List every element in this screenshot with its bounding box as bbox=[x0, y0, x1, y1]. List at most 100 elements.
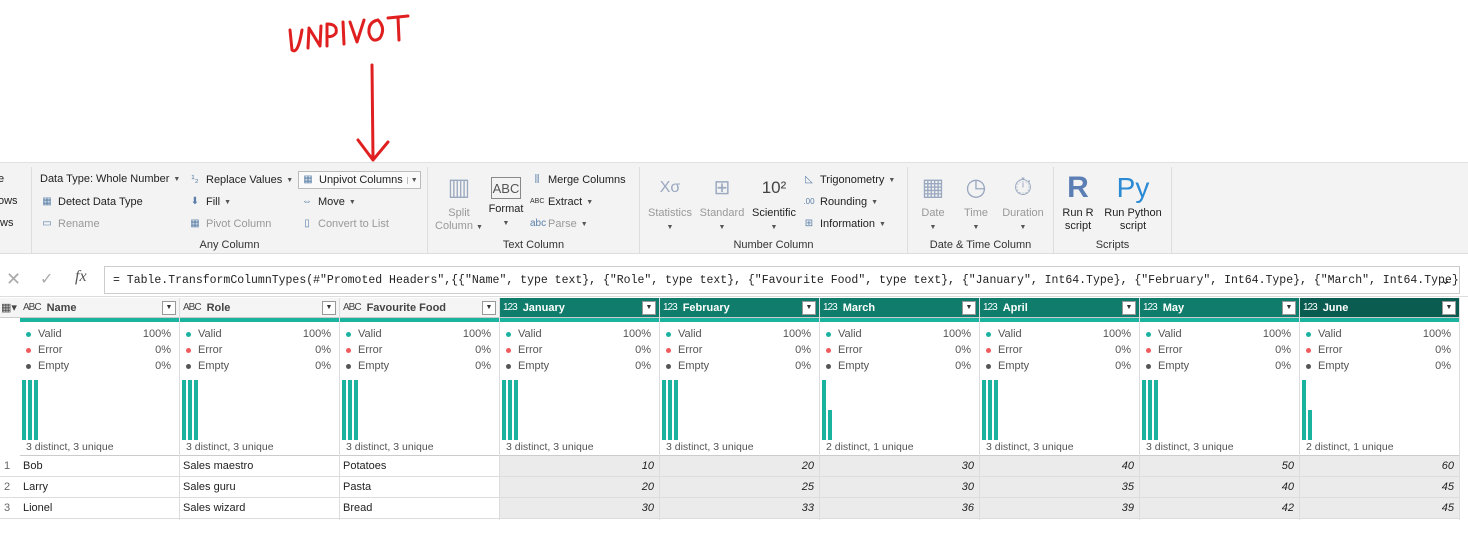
commit-formula-icon[interactable]: ✓ bbox=[40, 269, 53, 289]
column-header[interactable]: 123 February ▼ bbox=[660, 298, 819, 318]
date-button[interactable]: ▦ Date ▼ bbox=[912, 173, 954, 234]
time-label: Time bbox=[963, 207, 989, 219]
table-cell[interactable]: 30 bbox=[820, 477, 979, 498]
table-cell[interactable]: Sales maestro bbox=[180, 456, 339, 477]
column-header[interactable]: 123 January ▼ bbox=[500, 298, 659, 318]
formula-input[interactable]: = Table.TransformColumnTypes(#"Promoted … bbox=[104, 266, 1460, 294]
table-cell[interactable]: 60 bbox=[1300, 456, 1459, 477]
extract-button[interactable]: ABC Extract ▼ bbox=[530, 195, 593, 209]
type-icon[interactable]: 123 bbox=[983, 302, 998, 313]
table-cell[interactable]: 45 bbox=[1300, 477, 1459, 498]
type-icon[interactable]: 123 bbox=[503, 302, 518, 313]
time-button[interactable]: ◷ Time ▼ bbox=[956, 173, 996, 234]
filter-dropdown-icon[interactable]: ▼ bbox=[1122, 300, 1136, 315]
row-number[interactable]: 3 bbox=[0, 498, 20, 519]
column-header[interactable]: 123 May ▼ bbox=[1140, 298, 1299, 318]
convert-to-list-button[interactable]: ▯ Convert to List bbox=[300, 217, 389, 231]
table-menu-icon[interactable]: ▦▾ bbox=[0, 298, 20, 318]
expand-formula-chevron-icon[interactable]: ⌄ bbox=[1440, 272, 1451, 288]
duration-button[interactable]: ⏱ Duration ▼ bbox=[998, 173, 1048, 234]
filter-dropdown-icon[interactable]: ▼ bbox=[482, 300, 496, 315]
format-button[interactable]: ABC Format ▼ bbox=[486, 173, 526, 230]
table-cell[interactable]: Larry bbox=[20, 477, 179, 498]
type-icon[interactable]: ABC bbox=[343, 302, 362, 313]
split-label: Split bbox=[448, 207, 470, 219]
table-cell[interactable]: Lionel bbox=[20, 498, 179, 519]
filter-dropdown-icon[interactable]: ▼ bbox=[962, 300, 976, 315]
filter-dropdown-icon[interactable]: ▼ bbox=[1282, 300, 1296, 315]
partial-item-1[interactable]: e bbox=[0, 173, 4, 185]
data-type-dropdown[interactable]: Data Type: Whole Number ▼ bbox=[40, 173, 180, 185]
unpivot-dropdown-caret[interactable]: ▼ bbox=[406, 176, 418, 184]
distribution-bar bbox=[668, 380, 672, 440]
table-cell[interactable]: 25 bbox=[660, 477, 819, 498]
row-number[interactable]: 1 bbox=[0, 456, 20, 477]
table-cell[interactable]: 30 bbox=[820, 456, 979, 477]
filter-dropdown-icon[interactable]: ▼ bbox=[322, 300, 336, 315]
type-icon[interactable]: 123 bbox=[663, 302, 678, 313]
split-column-button[interactable]: ▥ Split Column ▼ bbox=[434, 173, 484, 234]
table-cell[interactable]: 33 bbox=[660, 498, 819, 519]
table-cell[interactable]: 30 bbox=[500, 498, 659, 519]
table-cell[interactable]: 42 bbox=[1140, 498, 1299, 519]
column-profile: Valid 100% Error 0% Empty 0% 2 distinct, 1 … bbox=[1300, 322, 1459, 456]
column-header[interactable]: 123 June ▼ bbox=[1300, 298, 1459, 318]
pivot-column-button[interactable]: ▦ Pivot Column bbox=[188, 217, 271, 231]
distribution-bar bbox=[502, 380, 506, 440]
row-number[interactable]: 2 bbox=[0, 477, 20, 498]
column-header[interactable]: ABC Favourite Food ▼ bbox=[340, 298, 499, 318]
table-cell[interactable]: 40 bbox=[1140, 477, 1299, 498]
table-cell[interactable]: 35 bbox=[980, 477, 1139, 498]
column-header[interactable]: ABC Name ▼ bbox=[20, 298, 179, 318]
filter-dropdown-icon[interactable]: ▼ bbox=[162, 300, 176, 315]
merge-columns-button[interactable]: ⫼ Merge Columns bbox=[530, 173, 626, 187]
table-cell[interactable]: 50 bbox=[1140, 456, 1299, 477]
scientific-button[interactable]: 10² Scientific ▼ bbox=[750, 173, 798, 234]
filter-dropdown-icon[interactable]: ▼ bbox=[802, 300, 816, 315]
table-cell[interactable]: Sales guru bbox=[180, 477, 339, 498]
distinct-count: 2 distinct, 1 unique bbox=[826, 441, 914, 453]
standard-button[interactable]: ⊞ Standard ▼ bbox=[698, 173, 746, 234]
replace-values-button[interactable]: ¹₂ Replace Values ▼ bbox=[188, 173, 293, 187]
information-button[interactable]: ⊞ Information ▼ bbox=[802, 217, 886, 231]
partial-item-2[interactable]: ows bbox=[0, 195, 18, 207]
column-header[interactable]: 123 March ▼ bbox=[820, 298, 979, 318]
table-cell[interactable]: 45 bbox=[1300, 498, 1459, 519]
run-r-script-button[interactable]: R Run Rscript bbox=[1058, 173, 1098, 233]
error-label: Error bbox=[998, 344, 1023, 356]
unpivot-columns-button[interactable]: ▦ Unpivot Columns ▼ bbox=[298, 171, 421, 189]
partial-item-3[interactable]: ws bbox=[0, 217, 13, 229]
empty-dot-icon bbox=[346, 363, 351, 369]
table-cell[interactable]: 36 bbox=[820, 498, 979, 519]
table-cell[interactable]: Bread bbox=[340, 498, 499, 519]
fill-button[interactable]: ⬇ Fill ▼ bbox=[188, 195, 231, 209]
trigonometry-button[interactable]: ◺ Trigonometry ▼ bbox=[802, 173, 895, 187]
rename-button[interactable]: ▭ Rename bbox=[40, 217, 99, 231]
move-button[interactable]: ⇔ Move ▼ bbox=[300, 195, 356, 209]
column-header[interactable]: 123 April ▼ bbox=[980, 298, 1139, 318]
fx-icon[interactable]: fx bbox=[75, 268, 87, 286]
table-cell[interactable]: 10 bbox=[500, 456, 659, 477]
table-cell[interactable]: 20 bbox=[500, 477, 659, 498]
type-icon[interactable]: 123 bbox=[823, 302, 838, 313]
table-cell[interactable]: Potatoes bbox=[340, 456, 499, 477]
statistics-button[interactable]: Xσ Statistics ▼ bbox=[646, 173, 694, 234]
filter-dropdown-icon[interactable]: ▼ bbox=[1442, 300, 1456, 315]
parse-button[interactable]: abc Parse ▼ bbox=[530, 217, 588, 231]
table-cell[interactable]: Pasta bbox=[340, 477, 499, 498]
cancel-formula-icon[interactable]: ✕ bbox=[6, 269, 21, 290]
rounding-button[interactable]: .00 Rounding ▼ bbox=[802, 195, 878, 209]
detect-data-type-button[interactable]: ▦ Detect Data Type bbox=[40, 195, 143, 209]
run-python-script-button[interactable]: Py Run Python script bbox=[1100, 173, 1166, 233]
type-icon[interactable]: 123 bbox=[1143, 302, 1158, 313]
table-cell[interactable]: 39 bbox=[980, 498, 1139, 519]
type-icon[interactable]: ABC bbox=[183, 302, 202, 313]
filter-dropdown-icon[interactable]: ▼ bbox=[642, 300, 656, 315]
type-icon[interactable]: 123 bbox=[1303, 302, 1318, 313]
table-cell[interactable]: Bob bbox=[20, 456, 179, 477]
table-cell[interactable]: 20 bbox=[660, 456, 819, 477]
table-cell[interactable]: Sales wizard bbox=[180, 498, 339, 519]
type-icon[interactable]: ABC bbox=[23, 302, 42, 313]
column-header[interactable]: ABC Role ▼ bbox=[180, 298, 339, 318]
table-cell[interactable]: 40 bbox=[980, 456, 1139, 477]
